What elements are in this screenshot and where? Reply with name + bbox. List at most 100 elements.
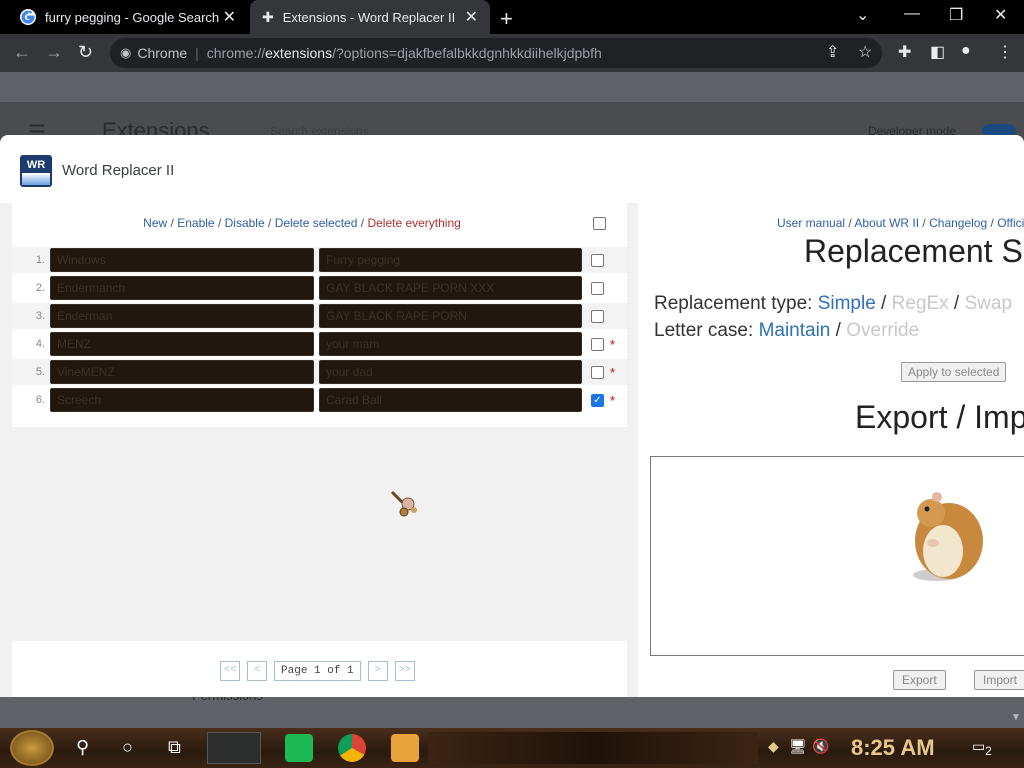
address-bar[interactable]: ◉ Chrome | chrome://extensions/?options=… [110,38,882,68]
volume-muted-icon[interactable]: 🔇 [812,738,829,755]
rule-to-field[interactable]: Furry pegging [319,248,582,272]
last-page-button[interactable]: >> [394,661,415,681]
rule-checkbox[interactable] [591,253,604,267]
rule-to-field[interactable]: GAY BLACK RAPE PORN [319,304,582,328]
taskbar-clock[interactable]: 8:25 AM [851,735,935,761]
search-icon[interactable]: ⚲ [76,737,89,758]
tab-extensions[interactable]: ✚ Extensions - Word Replacer II ✕ [250,0,490,34]
rule-to-field[interactable]: GAY BLACK RAPE PORN XXX [319,276,582,300]
rule-from-field[interactable]: VineMENZ [50,360,314,384]
next-page-button[interactable]: > [367,661,388,681]
settings-pane: User manual / About WR II / Changelog / … [640,203,1024,697]
rule-from-field[interactable]: Enderman [50,304,314,328]
close-icon[interactable]: ✕ [465,7,478,27]
extensions-icon[interactable]: ✚ [898,42,911,62]
delete-everything-link[interactable]: Delete everything [367,216,460,230]
replacement-type-label: Replacement type: [654,293,813,314]
side-panel-icon[interactable]: ◧ [930,42,945,62]
rule-star: * [610,364,616,380]
taskbar-decoration [428,732,758,764]
rule-number: 2. [35,282,45,294]
case-override-option[interactable]: Override [846,320,919,341]
restore-icon[interactable]: ❐ [949,5,963,25]
delete-selected-link[interactable]: Delete selected [275,216,358,230]
export-import-textarea[interactable] [650,456,1024,656]
rule-checkbox[interactable] [591,309,604,323]
chevron-down-icon[interactable]: ⌄ [856,5,869,25]
about-link[interactable]: About WR II [854,216,919,230]
profile-icon[interactable]: ● [961,42,971,60]
rule-checkbox[interactable] [591,365,604,379]
chrome-taskbar-icon[interactable] [338,734,366,762]
tab-google-search[interactable]: furry pegging - Google Search ✕ [8,0,248,34]
file-explorer-icon[interactable] [391,734,419,762]
rule-row: 6. Screech Carad Ball ✓ * [12,387,627,413]
letter-case-label: Letter case: [654,320,754,341]
rule-checkbox[interactable] [591,337,604,351]
scroll-down-icon[interactable]: ▼ [1011,712,1021,723]
task-view-icon[interactable]: ⧉ [168,737,181,758]
rules-pane: New / Enable / Disable / Delete selected… [0,203,638,697]
rule-star: * [610,336,616,352]
rule-from-field[interactable]: Endermanch [50,276,314,300]
rule-checkbox[interactable] [591,281,604,295]
import-button[interactable]: Import [974,670,1024,690]
official-link[interactable]: Offici [997,216,1024,230]
rule-row: 2. Endermanch GAY BLACK RAPE PORN XXX [12,275,627,301]
page-indicator[interactable]: Page 1 of 1 [274,661,361,681]
chrome-icon: ◉ [120,45,132,60]
separator: / [990,216,994,230]
disable-link[interactable]: Disable [225,216,265,230]
user-manual-link[interactable]: User manual [777,216,845,230]
back-icon[interactable]: ← [13,42,31,63]
rule-number: 6. [35,394,45,406]
letter-case-row: Letter case: Maintain / Override [654,320,920,341]
select-all-checkbox[interactable] [593,217,606,230]
word-replacer-logo: WR [20,155,52,187]
rule-number: 5. [35,366,45,378]
new-rule-link[interactable]: New [143,216,167,230]
case-maintain-option[interactable]: Maintain [759,320,831,341]
tray-overflow-icon[interactable]: ◆ [768,738,779,755]
rule-checkbox[interactable]: ✓ [591,393,604,407]
rule-from-field[interactable]: Windows [50,248,314,272]
forward-icon[interactable]: → [45,42,63,63]
tab-title: furry pegging - Google Search [45,9,220,25]
new-tab-icon[interactable]: + [500,6,513,32]
first-page-button[interactable]: << [220,661,241,681]
spotify-icon[interactable] [285,734,313,762]
close-icon[interactable]: ✕ [223,7,236,27]
changelog-link[interactable]: Changelog [929,216,987,230]
type-regex-option[interactable]: RegEx [892,293,949,314]
rule-to-field[interactable]: your dad [319,360,582,384]
rule-to-field[interactable]: your mam [319,332,582,356]
notification-icon[interactable]: ▭2 [972,738,992,758]
enable-link[interactable]: Enable [177,216,214,230]
dialog-title: Word Replacer II [62,162,175,179]
rule-from-field[interactable]: MENZ [50,332,314,356]
rule-row: 5. VineMENZ your dad * [12,359,627,385]
star-icon[interactable]: ☆ [858,42,872,62]
taskbar-app[interactable] [207,732,261,764]
export-button[interactable]: Export [893,670,946,690]
reload-icon[interactable]: ↻ [78,42,93,63]
start-button[interactable] [10,730,54,766]
rule-from-field[interactable]: Screech [50,388,314,412]
pager: << < Page 1 of 1 > >> [220,661,422,681]
type-swap-option[interactable]: Swap [965,293,1013,314]
cortana-icon[interactable]: ○ [122,737,133,758]
options-dialog: WR Word Replacer II New / Enable / Disab… [0,135,1024,697]
separator: / [848,216,852,230]
share-icon[interactable]: ⇪ [826,42,839,62]
rule-number: 1. [35,254,45,266]
rule-row: 4. MENZ your mam * [12,331,627,357]
network-icon[interactable]: 🖥 [789,738,807,755]
menu-icon[interactable]: ⋮ [997,42,1013,62]
apply-to-selected-button[interactable]: Apply to selected [901,362,1007,382]
close-window-icon[interactable]: ✕ [994,5,1007,25]
rule-to-field[interactable]: Carad Ball [319,388,582,412]
rule-row: 3. Enderman GAY BLACK RAPE PORN [12,303,627,329]
prev-page-button[interactable]: < [247,661,268,681]
type-simple-option[interactable]: Simple [818,293,876,314]
minimize-icon[interactable]: — [904,5,920,23]
